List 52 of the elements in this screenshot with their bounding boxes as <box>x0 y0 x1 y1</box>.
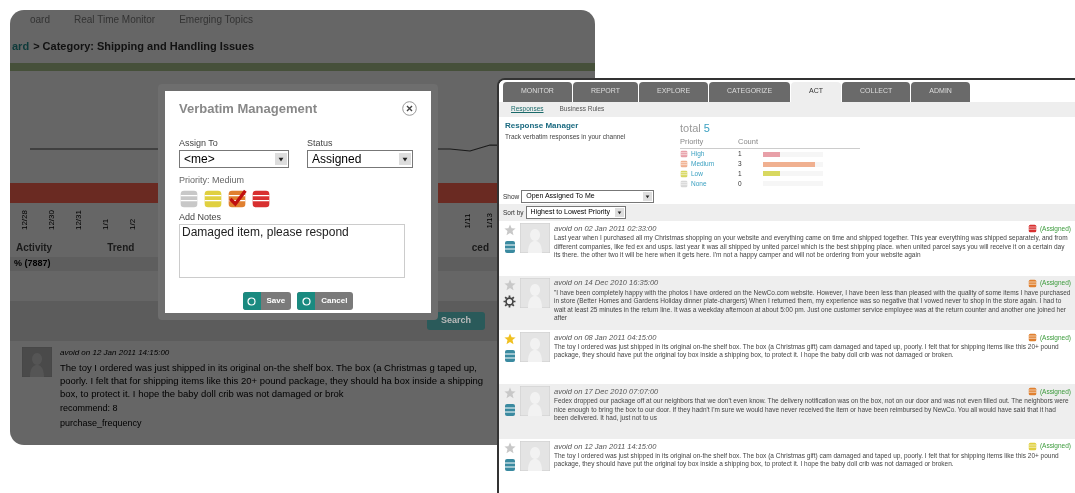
axis-label: 1/2 <box>128 218 138 231</box>
avatar-placeholder <box>520 440 550 471</box>
star-icon[interactable] <box>503 387 516 400</box>
cancel-button[interactable]: Cancel <box>297 292 354 310</box>
avatar-placeholder <box>520 331 550 362</box>
axis-label: 1/11 <box>463 212 473 229</box>
breadcrumb: > Category: Shipping and Handling Issues <box>33 39 255 54</box>
avatar-placeholder <box>22 346 52 377</box>
field-label: Status <box>307 136 334 150</box>
status-dropdown[interactable]: Assigned <box>307 150 413 168</box>
field-label: Assign To <box>179 136 219 150</box>
attribute-tag: purchase_frequency <box>60 417 500 431</box>
dropdown-caret-icon <box>275 153 287 165</box>
axis-label: 12/31 <box>74 210 84 231</box>
priority-stack-icon[interactable] <box>251 188 271 209</box>
column-header: Activity <box>16 241 53 255</box>
database-icon[interactable] <box>503 240 516 255</box>
star-icon[interactable] <box>503 278 516 291</box>
priority-stack-icon[interactable] <box>227 188 247 209</box>
gear-icon[interactable] <box>503 294 516 308</box>
save-button[interactable]: Save <box>242 292 292 310</box>
total-label: total <box>680 120 701 136</box>
assign-to-dropdown[interactable]: <me> <box>179 150 289 168</box>
dialog-title: Verbatim Management <box>179 100 317 118</box>
axis-label: 1/1 <box>101 218 111 231</box>
field-label: Add Notes <box>179 210 223 224</box>
star-icon[interactable] <box>503 332 516 345</box>
star-icon[interactable] <box>503 441 516 454</box>
axis-label: 1/13 <box>485 212 495 229</box>
section-title: Response Manager <box>505 119 580 132</box>
dropdown-caret-icon <box>643 191 653 201</box>
column-header: Trend <box>107 241 135 255</box>
dropdown-caret-icon <box>399 153 411 165</box>
avatar-placeholder <box>520 223 550 254</box>
axis-label: 12/30 <box>47 210 57 231</box>
axis-label: 12/28 <box>20 210 30 231</box>
priority-label: Priority: Medium <box>179 174 245 187</box>
database-icon[interactable] <box>503 403 516 418</box>
close-icon[interactable] <box>402 101 417 117</box>
breadcrumb-link[interactable]: ard <box>12 38 30 55</box>
notes-field[interactable]: Damaged item, please respond <box>179 224 405 278</box>
dropdown-caret-icon <box>614 208 624 218</box>
star-icon[interactable] <box>503 224 516 237</box>
total-count: 5 <box>703 120 710 136</box>
summary-count: % (7887) <box>14 256 51 270</box>
database-icon[interactable] <box>503 348 516 363</box>
priority-stack-icon[interactable] <box>1027 224 1037 234</box>
column-header: ced <box>471 241 489 255</box>
attribute-tag: recommend: 8 <box>60 401 500 415</box>
verbatim-meta: avoid on 12 Jan 2011 14:15:00 <box>60 346 171 359</box>
database-icon[interactable] <box>503 457 516 472</box>
priority-stack-icon[interactable] <box>1027 332 1037 342</box>
